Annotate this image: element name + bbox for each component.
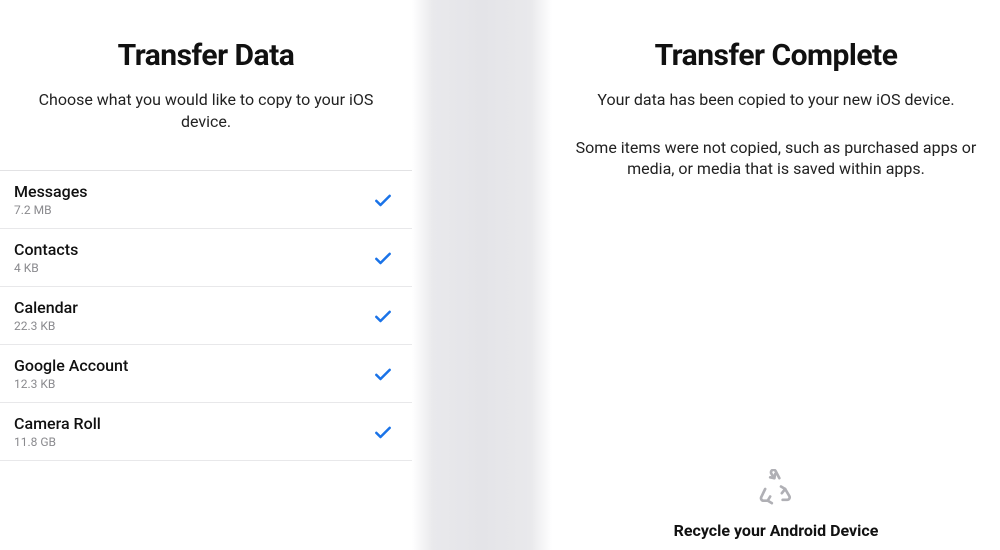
transfer-complete-note: Some items were not copied, such as purc…: [552, 137, 1000, 180]
item-camera-roll[interactable]: Camera Roll 11.8 GB: [0, 403, 412, 461]
transfer-complete-title: Transfer Complete: [552, 38, 1000, 73]
transfer-data-subtitle: Choose what you would like to copy to yo…: [0, 89, 412, 132]
item-messages[interactable]: Messages 7.2 MB: [0, 171, 412, 229]
transfer-complete-panel: Transfer Complete Your data has been cop…: [552, 0, 1000, 550]
transfer-data-title: Transfer Data: [0, 38, 412, 73]
check-icon: [372, 247, 394, 269]
item-size: 7.2 MB: [14, 203, 88, 217]
recycle-label: Recycle your Android Device: [552, 521, 1000, 540]
transfer-complete-subtitle: Your data has been copied to your new iO…: [552, 89, 1000, 111]
item-label: Calendar: [14, 298, 78, 317]
item-label: Camera Roll: [14, 414, 101, 433]
check-icon: [372, 189, 394, 211]
transfer-items-list: Messages 7.2 MB Contacts 4 KB Calendar 2…: [0, 170, 412, 461]
check-icon: [372, 305, 394, 327]
item-label: Contacts: [14, 240, 78, 259]
recycle-icon: [756, 469, 796, 513]
item-contacts[interactable]: Contacts 4 KB: [0, 229, 412, 287]
item-google-account[interactable]: Google Account 12.3 KB: [0, 345, 412, 403]
item-calendar[interactable]: Calendar 22.3 KB: [0, 287, 412, 345]
item-size: 12.3 KB: [14, 377, 128, 391]
item-label: Google Account: [14, 356, 128, 375]
transfer-data-panel: Transfer Data Choose what you would like…: [0, 0, 412, 550]
recycle-device-link[interactable]: Recycle your Android Device: [552, 469, 1000, 540]
check-icon: [372, 421, 394, 443]
item-size: 11.8 GB: [14, 435, 101, 449]
item-size: 4 KB: [14, 261, 78, 275]
item-size: 22.3 KB: [14, 319, 78, 333]
item-label: Messages: [14, 182, 88, 201]
check-icon: [372, 363, 394, 385]
panel-divider: [412, 0, 552, 550]
